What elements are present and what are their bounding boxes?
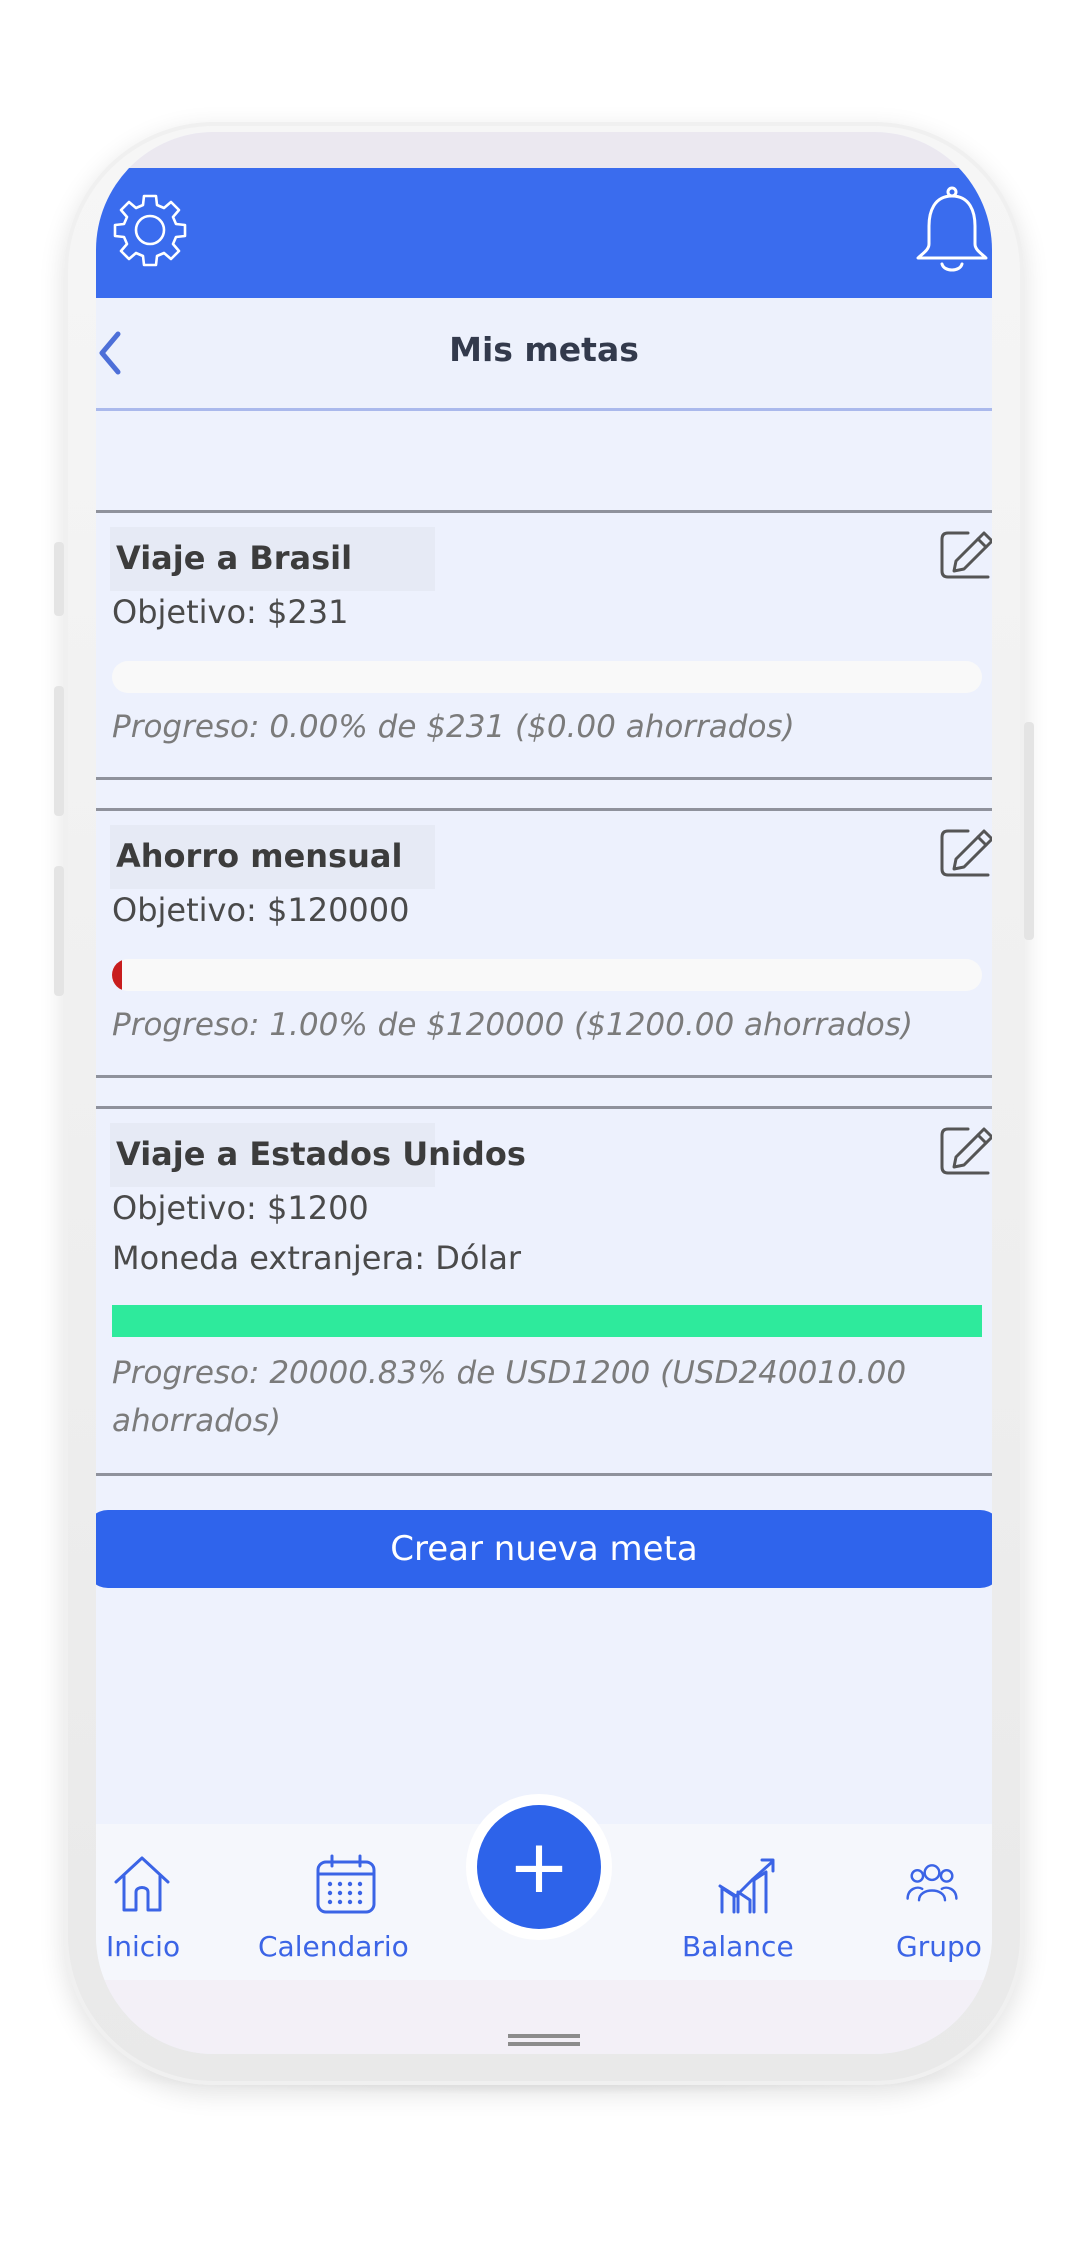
goal-objective: Objetivo: $120000 xyxy=(112,891,410,929)
add-button[interactable]: + xyxy=(477,1805,601,1929)
side-button xyxy=(54,686,64,816)
progress-bar xyxy=(112,959,982,991)
app-header xyxy=(96,168,992,298)
chart-icon xyxy=(718,1858,775,1914)
nav-label: Balance xyxy=(682,1930,794,1963)
group-icon xyxy=(906,1864,958,1902)
goal-name: Viaje a Brasil xyxy=(116,539,353,577)
goal-name: Ahorro mensual xyxy=(116,837,403,875)
page-title: Mis metas xyxy=(449,330,639,369)
progress-text: Progreso: 1.00% de $120000 ($1200.00 aho… xyxy=(112,1007,914,1043)
goal-card: Viaje a Brasil Objetivo: $231 Progreso: … xyxy=(96,510,992,780)
goal-objective: Objetivo: $231 xyxy=(112,593,349,631)
status-bar xyxy=(96,132,992,168)
progress-fill xyxy=(112,959,122,991)
bell-icon[interactable] xyxy=(914,184,990,276)
progress-bar xyxy=(112,1305,982,1337)
home-icon xyxy=(114,1856,170,1912)
nav-item-inicio[interactable]: Inicio xyxy=(96,1824,246,1980)
edit-icon[interactable] xyxy=(938,825,992,881)
goal-card: Ahorro mensual Objetivo: $120000 Progres… xyxy=(96,808,992,1078)
goal-objective: Objetivo: $1200 xyxy=(112,1189,369,1227)
progress-text: Progreso: 0.00% de $231 ($0.00 ahorrados… xyxy=(112,709,795,745)
side-button xyxy=(54,542,64,616)
goal-card: Viaje a Estados Unidos Objetivo: $1200 M… xyxy=(96,1106,992,1476)
progress-bar xyxy=(112,661,982,693)
create-goal-button[interactable]: Crear nueva meta xyxy=(96,1510,992,1588)
goal-currency: Moneda extranjera: Dólar xyxy=(112,1239,522,1277)
home-indicator-icon[interactable] xyxy=(508,2034,580,2046)
nav-item-calendario[interactable]: Calendario xyxy=(246,1824,456,1980)
edit-icon[interactable] xyxy=(938,527,992,583)
nav-label: Grupo xyxy=(896,1930,982,1963)
edit-icon[interactable] xyxy=(938,1123,992,1179)
nav-item-balance[interactable]: Balance xyxy=(676,1824,826,1980)
gear-icon[interactable] xyxy=(110,190,190,270)
nav-label: Calendario xyxy=(258,1930,409,1963)
progress-fill xyxy=(112,1305,982,1337)
app-screen: Mis metas Viaje a Brasil Objetivo: $231 … xyxy=(96,132,992,2054)
calendar-icon xyxy=(316,1854,376,1914)
nav-item-grupo[interactable]: Grupo xyxy=(886,1824,992,1980)
side-button xyxy=(1024,722,1034,940)
goal-name: Viaje a Estados Unidos xyxy=(116,1135,526,1173)
side-button xyxy=(54,866,64,996)
progress-text: Progreso: 20000.83% de USD1200 (USD24001… xyxy=(112,1355,907,1439)
nav-label: Inicio xyxy=(106,1930,181,1963)
